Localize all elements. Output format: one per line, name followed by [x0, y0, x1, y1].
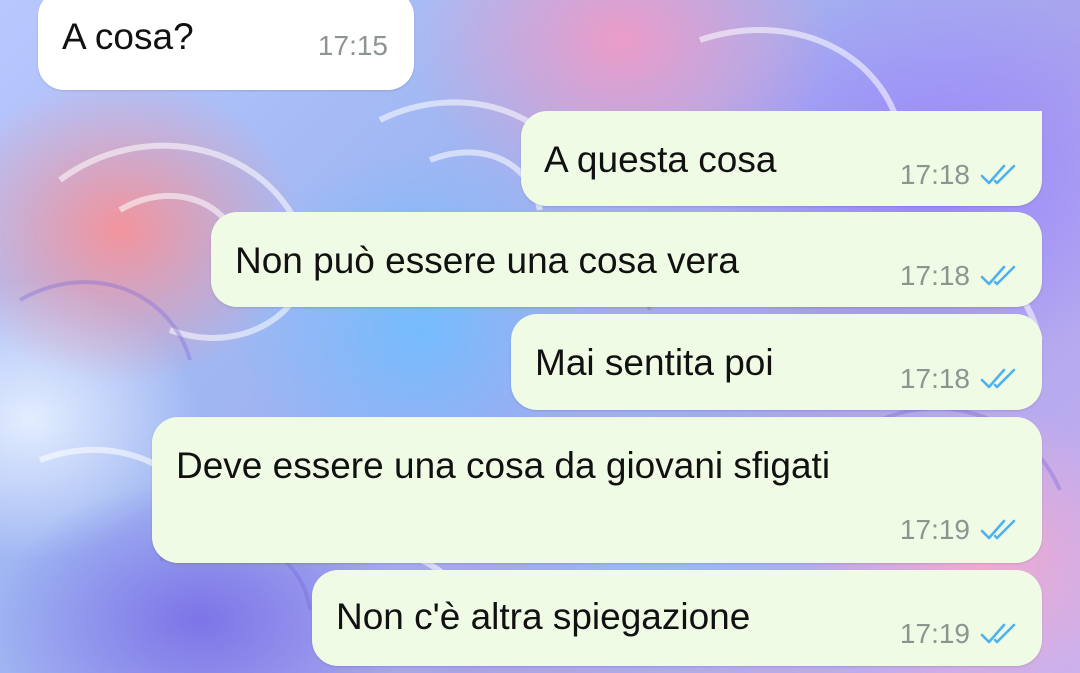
message-time: 17:18 — [899, 159, 970, 190]
message-bubble-outgoing[interactable]: A questa cosa 17:18 — [521, 111, 1042, 206]
read-double-check-icon — [980, 518, 1018, 542]
read-double-check-icon — [980, 264, 1018, 288]
message-text: A cosa? — [62, 16, 194, 57]
message-time: 17:18 — [899, 260, 970, 291]
message-meta: 17:18 — [900, 262, 1018, 290]
message-bubble-outgoing[interactable]: Mai sentita poi 17:18 — [511, 314, 1042, 410]
message-text: A questa cosa — [544, 139, 777, 180]
message-bubble-outgoing[interactable]: Non può essere una cosa vera 17:18 — [211, 212, 1042, 307]
read-double-check-icon — [980, 367, 1018, 391]
message-time: 17:18 — [899, 363, 970, 394]
message-text: Non può essere una cosa vera — [235, 240, 739, 281]
message-text: Mai sentita poi — [535, 342, 774, 383]
message-meta: 17:18 — [900, 365, 1018, 393]
chat-screen: { "chat": { "messages": [ {"direction": … — [0, 0, 1080, 673]
message-meta: 17:19 — [900, 620, 1018, 648]
message-meta: 17:19 — [900, 516, 1018, 544]
message-meta: 17:18 — [900, 161, 1018, 189]
message-text: Deve essere una cosa da giovani sfigati — [176, 445, 831, 486]
message-bubble-incoming[interactable]: A cosa? 17:15 — [38, 0, 414, 90]
read-double-check-icon — [980, 622, 1018, 646]
message-bubble-outgoing[interactable]: Deve essere una cosa da giovani sfigati … — [152, 417, 1042, 563]
message-text: Non c'è altra spiegazione — [336, 596, 751, 637]
message-time: 17:15 — [317, 30, 388, 61]
message-time: 17:19 — [899, 618, 970, 649]
read-double-check-icon — [980, 163, 1018, 187]
message-bubble-outgoing[interactable]: Non c'è altra spiegazione 17:19 — [312, 570, 1042, 666]
message-time: 17:19 — [899, 514, 970, 545]
message-meta: 17:15 — [318, 32, 388, 60]
